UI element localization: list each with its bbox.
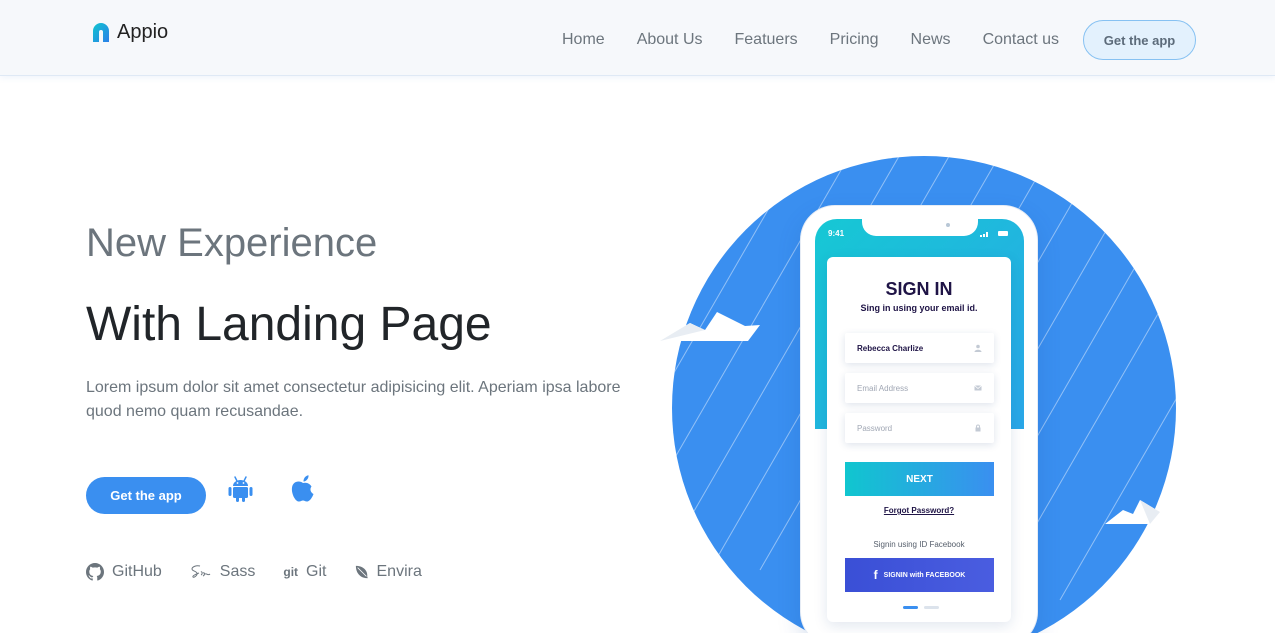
email-field[interactable]: Email Address	[845, 373, 994, 403]
pager-dots	[903, 606, 939, 609]
nav-features[interactable]: Featuers	[735, 31, 798, 49]
tech-label-envira: Envira	[376, 563, 422, 580]
password-field[interactable]: Password	[845, 413, 994, 443]
nav-home[interactable]: Home	[562, 31, 605, 49]
camera-dot	[946, 223, 950, 227]
tech-label-github: GitHub	[112, 563, 162, 580]
next-button[interactable]: NEXT	[845, 462, 994, 496]
pager-dot-1[interactable]	[903, 606, 918, 609]
sass-icon	[191, 565, 211, 578]
header-get-app-button[interactable]: Get the app	[1083, 20, 1196, 60]
brand-name: Appio	[117, 20, 169, 43]
status-bar-icons	[980, 231, 1008, 237]
facebook-icon: f	[873, 568, 878, 582]
mail-icon	[974, 385, 982, 391]
email-field-placeholder: Email Address	[857, 383, 909, 393]
site-header: Appio Home About Us Featuers Pricing New…	[0, 0, 1275, 76]
tech-item-sass[interactable]: Sass	[190, 563, 256, 581]
tech-list: GitHub Sass git Git Envira	[86, 563, 450, 581]
android-icon[interactable]	[228, 474, 253, 503]
facebook-signin-button[interactable]: f SIGNIN with FACEBOOK	[845, 558, 994, 592]
main-nav: Home About Us Featuers Pricing News Cont…	[562, 31, 1091, 49]
forgot-password-link[interactable]: Forgot Password?	[827, 506, 1011, 515]
nav-pricing[interactable]: Pricing	[830, 31, 879, 49]
tech-item-envira[interactable]: Envira	[355, 563, 422, 581]
phone-notch	[862, 219, 978, 236]
git-icon: git	[283, 565, 299, 579]
pager-dot-2[interactable]	[924, 606, 939, 609]
tech-item-git[interactable]: git Git	[283, 563, 326, 581]
lock-icon	[975, 424, 981, 432]
brand-logo[interactable]: Appio	[89, 20, 168, 44]
facebook-note: Signin using ID Facebook	[873, 540, 965, 549]
hero-get-app-button[interactable]: Get the app	[86, 477, 206, 514]
status-time: 9:41	[828, 229, 845, 238]
tech-item-github[interactable]: GitHub	[86, 563, 162, 581]
tech-label-git: Git	[306, 563, 327, 580]
signin-title: SIGN IN	[885, 279, 953, 299]
name-field[interactable]: Rebecca Charlize	[845, 333, 994, 363]
password-field-placeholder: Password	[857, 423, 893, 433]
nav-about-us[interactable]: About Us	[637, 31, 703, 49]
logo-icon	[93, 23, 109, 42]
hero-description: Lorem ipsum dolor sit amet consectetur a…	[86, 379, 621, 420]
nav-contact-us[interactable]: Contact us	[983, 31, 1059, 49]
name-field-value: Rebecca Charlize	[857, 343, 924, 353]
envira-icon	[355, 565, 368, 579]
user-icon	[974, 344, 982, 352]
github-icon	[86, 563, 104, 581]
nav-news[interactable]: News	[911, 31, 951, 49]
hero-subtitle: New Experience	[86, 221, 378, 265]
apple-icon[interactable]	[290, 474, 316, 503]
tech-label-sass: Sass	[219, 563, 256, 580]
facebook-signin-label: SIGNIN with FACEBOOK	[883, 571, 966, 579]
signin-subtitle: Sing in using your email id.	[860, 303, 978, 313]
hero-title: With Landing Page	[86, 298, 492, 351]
